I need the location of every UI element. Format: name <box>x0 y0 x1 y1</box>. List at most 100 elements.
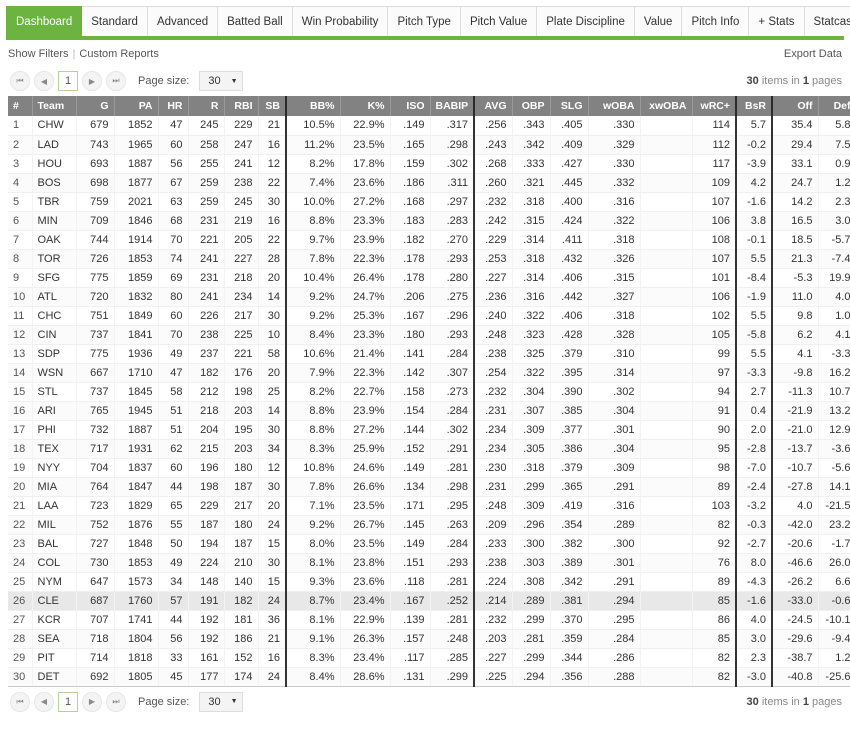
last-page-button-top[interactable]: ⏭ <box>106 71 126 91</box>
next-page-button-top[interactable]: ▶ <box>82 71 102 91</box>
table-row[interactable]: 21 LAA 723 1829 65 229 217 20 7.1% 23.5% .171.295.… <box>8 496 850 516</box>
table-row[interactable]: 28 SEA 718 1804 56 192 186 21 9.1% 26.3% .157.248.… <box>8 629 850 649</box>
table-row[interactable]: 20 MIA 764 1847 44 198 187 30 7.8% 26.6% .134.298.… <box>8 477 850 497</box>
cell-team[interactable]: BOS <box>32 173 77 193</box>
tab-standard[interactable]: Standard <box>82 6 148 36</box>
cell-team[interactable]: NYY <box>32 458 77 478</box>
tab-pitch-info[interactable]: Pitch Info <box>682 6 750 36</box>
cell-team[interactable]: CHC <box>32 306 77 326</box>
table-row[interactable]: 27 KCR 707 1741 44 192 181 36 8.1% 22.9% .139.281.… <box>8 610 850 630</box>
show-filters-link[interactable]: Show Filters <box>8 48 69 60</box>
current-page-input-top[interactable]: 1 <box>58 71 78 91</box>
column-header-hr[interactable]: HR <box>158 96 189 116</box>
table-row[interactable]: 5 TBR 759 2021 63 259 245 30 10.0% 27.2% .168.297.… <box>8 192 850 212</box>
column-header-woba[interactable]: wOBA <box>588 96 641 116</box>
column-header-g[interactable]: G <box>76 96 115 116</box>
column-header-xwoba[interactable]: xwOBA <box>640 96 693 116</box>
cell-team[interactable]: SDP <box>32 344 77 364</box>
table-row[interactable]: 13 SDP 775 1936 49 237 221 58 10.6% 21.4% .141.284… <box>8 344 850 364</box>
column-header-slg[interactable]: SLG <box>550 96 589 116</box>
cell-team[interactable]: PIT <box>32 648 77 668</box>
table-row[interactable]: 12 CIN 737 1841 70 238 225 10 8.4% 23.3% .180.293.… <box>8 325 850 345</box>
table-row[interactable]: 11 CHC 751 1849 60 226 217 30 9.2% 25.3% .167.296.… <box>8 306 850 326</box>
table-row[interactable]: 19 NYY 704 1837 60 196 180 12 10.8% 24.6% .149.281… <box>8 458 850 478</box>
tab-win-probability[interactable]: Win Probability <box>292 6 389 36</box>
cell-team[interactable]: WSN <box>32 363 77 383</box>
table-row[interactable]: 6 MIN 709 1846 68 231 219 16 8.8% 23.3% .183.283.2… <box>8 211 850 231</box>
table-row[interactable]: 30 DET 692 1805 45 177 174 24 8.4% 28.6% .131.299.… <box>8 667 850 687</box>
cell-team[interactable]: LAA <box>32 496 77 516</box>
tab-batted-ball[interactable]: Batted Ball <box>218 6 293 36</box>
table-row[interactable]: 23 BAL 727 1848 50 194 187 15 8.0% 23.5% .149.284.… <box>8 534 850 554</box>
tab-pitch-type[interactable]: Pitch Type <box>388 6 461 36</box>
column-header-avg[interactable]: AVG <box>474 96 513 116</box>
tab-advanced[interactable]: Advanced <box>147 6 219 36</box>
tab-value[interactable]: Value <box>634 6 683 36</box>
tab-plate-discipline[interactable]: Plate Discipline <box>537 6 635 36</box>
tab-stats[interactable]: + Stats <box>749 6 805 36</box>
cell-team[interactable]: BAL <box>32 534 77 554</box>
cell-team[interactable]: CHW <box>32 116 77 136</box>
column-header-r[interactable]: R <box>188 96 225 116</box>
cell-team[interactable]: CLE <box>32 591 77 611</box>
cell-team[interactable]: COL <box>32 553 77 573</box>
table-row[interactable]: 10 ATL 720 1832 80 241 234 14 9.2% 24.7% .206.275.… <box>8 287 850 307</box>
cell-team[interactable]: SEA <box>32 629 77 649</box>
column-header-bb-pct[interactable]: BB% <box>286 96 341 116</box>
column-header-bsr[interactable]: BsR <box>736 96 773 116</box>
table-row[interactable]: 15 STL 737 1845 58 212 198 25 8.2% 22.7% .158.273.… <box>8 382 850 402</box>
cell-team[interactable]: OAK <box>32 230 77 250</box>
cell-team[interactable]: TEX <box>32 439 77 459</box>
table-row[interactable]: 2 LAD 743 1965 60 258 247 16 11.2% 23.5% .165.298.… <box>8 135 850 155</box>
column-header-sb[interactable]: SB <box>258 96 287 116</box>
cell-team[interactable]: NYM <box>32 572 77 592</box>
table-row[interactable]: 22 MIL 752 1876 55 187 180 24 9.2% 26.7% .145.263.… <box>8 515 850 535</box>
column-header-rank[interactable]: # <box>8 96 33 116</box>
table-row[interactable]: 26 CLE 687 1760 57 191 182 24 8.7% 23.4% .167.252.… <box>8 591 850 611</box>
table-row[interactable]: 7 OAK 744 1914 70 221 205 22 9.7% 23.9% .182.270.2… <box>8 230 850 250</box>
column-header-pa[interactable]: PA <box>114 96 159 116</box>
column-header-wrc-plus[interactable]: wRC+ <box>692 96 737 116</box>
custom-reports-link[interactable]: Custom Reports <box>79 48 158 60</box>
column-header-iso[interactable]: ISO <box>390 96 431 116</box>
prev-page-button-top[interactable]: ◀ <box>34 71 54 91</box>
cell-team[interactable]: CIN <box>32 325 77 345</box>
cell-team[interactable]: HOU <box>32 154 77 174</box>
table-row[interactable]: 1 CHW 679 1852 47 245 229 21 10.5% 22.9% .149.317.… <box>8 116 850 136</box>
cell-team[interactable]: STL <box>32 382 77 402</box>
cell-team[interactable]: TOR <box>32 249 77 269</box>
table-row[interactable]: 18 TEX 717 1931 62 215 203 34 8.3% 25.9% .152.291.… <box>8 439 850 459</box>
cell-team[interactable]: TBR <box>32 192 77 212</box>
cell-team[interactable]: ARI <box>32 401 77 421</box>
cell-team[interactable]: PHI <box>32 420 77 440</box>
table-row[interactable]: 24 COL 730 1853 49 224 210 30 8.1% 23.8% .151.293.… <box>8 553 850 573</box>
page-size-select-bottom[interactable]: 30 ▼ <box>199 691 243 712</box>
table-row[interactable]: 17 PHI 732 1887 51 204 195 30 8.8% 27.2% .144.302.… <box>8 420 850 440</box>
column-header-off[interactable]: Off <box>772 96 819 116</box>
first-page-button-bottom[interactable]: ⏮ <box>10 691 30 712</box>
column-header-babip[interactable]: BABIP <box>430 96 475 116</box>
cell-team[interactable]: ATL <box>32 287 77 307</box>
next-page-button-bottom[interactable]: ▶ <box>82 691 102 712</box>
table-row[interactable]: 29 PIT 714 1818 33 161 152 16 8.3% 23.4% .117.285.… <box>8 648 850 668</box>
column-header-k-pct[interactable]: K% <box>340 96 391 116</box>
prev-page-button-bottom[interactable]: ◀ <box>34 691 54 712</box>
cell-team[interactable]: SFG <box>32 268 77 288</box>
tab-statcast[interactable]: StatcastNEW! <box>804 6 850 36</box>
column-header-rbi[interactable]: RBI <box>224 96 259 116</box>
cell-team[interactable]: KCR <box>32 610 77 630</box>
current-page-input-bottom[interactable]: 1 <box>58 691 78 712</box>
cell-team[interactable]: MIN <box>32 211 77 231</box>
cell-team[interactable]: DET <box>32 667 77 687</box>
table-row[interactable]: 16 ARI 765 1945 51 218 203 14 8.8% 23.9% .154.284.… <box>8 401 850 421</box>
table-row[interactable]: 25 NYM 647 1573 34 148 140 15 9.3% 23.6% .118.281.… <box>8 572 850 592</box>
table-row[interactable]: 9 SFG 775 1859 69 231 218 20 10.4% 26.4% .178.280.… <box>8 268 850 288</box>
page-size-select-top[interactable]: 30 ▼ <box>199 71 243 91</box>
cell-team[interactable]: LAD <box>32 135 77 155</box>
first-page-button-top[interactable]: ⏮ <box>10 71 30 91</box>
tab-pitch-value[interactable]: Pitch Value <box>460 6 538 36</box>
column-header-obp[interactable]: OBP <box>512 96 551 116</box>
tab-dashboard[interactable]: Dashboard <box>6 6 83 36</box>
table-row[interactable]: 8 TOR 726 1853 74 241 227 28 7.8% 22.3% .178.293.2… <box>8 249 850 269</box>
export-data-link[interactable]: Export Data <box>784 48 842 60</box>
